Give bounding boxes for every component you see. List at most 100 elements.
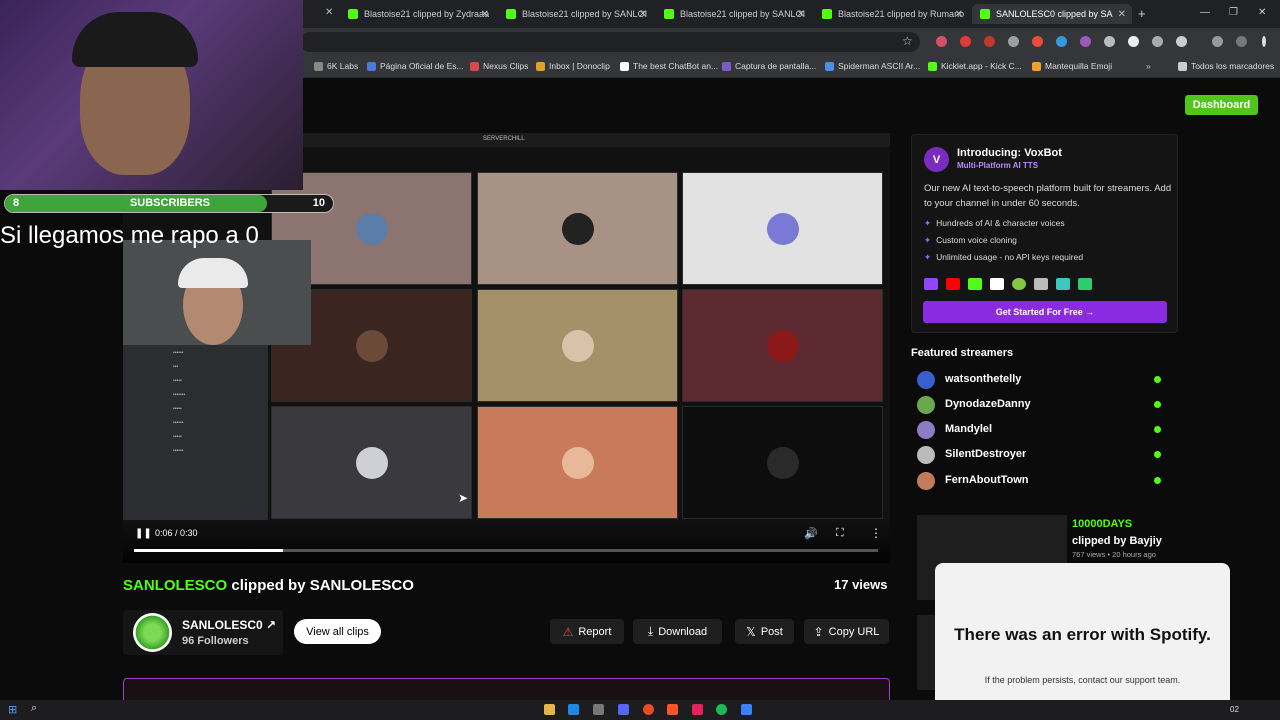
steam-icon[interactable] [568, 704, 579, 715]
clip-title: SANLOLESCO clipped by SANLOLESCO [123, 577, 414, 594]
app-icon[interactable] [692, 704, 703, 715]
related-clip-author: clipped by Bayjiy [1072, 535, 1162, 547]
kick-favicon-icon [664, 9, 674, 19]
related-clip-thumbnail[interactable] [917, 615, 937, 690]
clip-streamer-link[interactable]: SANLOLESCO [123, 577, 227, 594]
featured-streamer-item[interactable]: FernAboutTown [917, 471, 1165, 491]
browser-tab[interactable]: Blastoise21 clipped by Zydraaa ✕ [340, 4, 495, 24]
channel-name-link[interactable]: SANLOLESC0 ↗ [182, 618, 276, 632]
app-icon[interactable] [593, 704, 604, 715]
bookmark-item[interactable]: Spiderman ASCII Ar... [825, 61, 920, 71]
bookmark-star-icon[interactable]: ☆ [902, 34, 913, 48]
call-participant-tile [477, 289, 678, 402]
live-indicator-icon [1154, 401, 1161, 408]
tab-close-icon[interactable]: ✕ [797, 9, 805, 20]
video-controls [123, 519, 890, 563]
tab-title: Blastoise21 clipped by SANLOI [522, 9, 648, 19]
extension-icon[interactable] [1032, 36, 1043, 47]
video-progress-fill [134, 549, 283, 552]
adblock-icon[interactable] [984, 36, 995, 47]
featured-streamer-item[interactable]: Mandylel [917, 420, 1165, 440]
app-icon[interactable] [741, 704, 752, 715]
tab-close-icon[interactable]: ✕ [481, 9, 489, 20]
bookmark-folder[interactable]: Todos los marcadores [1178, 61, 1274, 71]
channel-avatar[interactable] [133, 613, 172, 652]
search-icon[interactable]: ⌕ [31, 702, 37, 715]
restore-icon[interactable]: ❐ [1229, 7, 1238, 18]
extension-icon[interactable] [936, 36, 947, 47]
call-participant-tile [682, 172, 883, 285]
kick-icon [968, 278, 982, 290]
discord-member: ••••• [173, 378, 182, 384]
download-button[interactable]: ⤓ Download [633, 619, 722, 644]
extension-icon[interactable] [1104, 36, 1115, 47]
bookmark-item[interactable]: The best ChatBot an... [620, 61, 718, 71]
minimize-icon[interactable]: — [1200, 7, 1210, 18]
stream-goal-text: Si llegamos me rapo a 0 [0, 222, 259, 249]
browser-tab-active[interactable]: SANLOLESC0 clipped by SA ✕ [972, 4, 1132, 24]
extension-icon[interactable] [960, 36, 971, 47]
volume-icon[interactable]: 🔊 [804, 527, 818, 540]
windows-start-icon[interactable]: ⊞ [8, 703, 17, 716]
discord-icon[interactable] [618, 704, 629, 715]
bookmarks-overflow-icon[interactable]: » [1146, 61, 1151, 71]
bookmark-item[interactable]: Mantequilla Emoji [1032, 61, 1112, 71]
window-close-icon[interactable]: ✕ [1258, 7, 1266, 18]
brave-icon[interactable] [667, 704, 678, 715]
video-progress-bar[interactable] [134, 549, 878, 552]
post-button[interactable]: 𝕏 Post [735, 619, 794, 644]
view-all-clips-button[interactable]: View all clips [294, 619, 381, 644]
translate-icon[interactable] [1056, 36, 1067, 47]
extension-icon[interactable] [1008, 36, 1019, 47]
call-participant-tile [682, 289, 883, 402]
spotify-icon[interactable] [716, 704, 727, 715]
file-explorer-icon[interactable] [544, 704, 555, 715]
tab-close-icon[interactable]: ✕ [325, 7, 333, 18]
sparkle-icon: ✦ [924, 252, 932, 262]
bookmark-item[interactable]: Página Oficial de Es... [367, 61, 464, 71]
menu-icon[interactable] [1212, 36, 1223, 47]
download-label: Download [658, 625, 708, 638]
extension-icon[interactable] [1080, 36, 1091, 47]
browser-tab[interactable]: Blastoise21 clipped by SANLOI ✕ [656, 4, 811, 24]
featured-streamer-item[interactable]: watsonthetelly [917, 370, 1165, 390]
chrome-icon[interactable] [643, 704, 654, 715]
dashboard-button[interactable]: Dashboard [1185, 95, 1258, 115]
featured-streamer-item[interactable]: DynodazeDanny [917, 395, 1165, 415]
streamer-cap [178, 258, 248, 288]
promo-subtitle: Multi-Platform AI TTS [957, 161, 1039, 170]
get-started-button[interactable]: Get Started For Free → [923, 301, 1167, 323]
extensions-puzzle-icon[interactable] [1176, 36, 1187, 47]
more-options-icon[interactable]: ⋮ [870, 526, 882, 540]
bookmark-item[interactable]: 6K Labs [314, 61, 358, 71]
omnibox[interactable] [300, 32, 920, 52]
browser-tab[interactable]: Blastoise21 clipped by Rumano ✕ [814, 4, 969, 24]
extension-icon[interactable] [1152, 36, 1163, 47]
bookmark-item[interactable]: Inbox | Donoclip [536, 61, 610, 71]
pause-icon[interactable]: ❚❚ [135, 528, 152, 539]
x-logo-icon: 𝕏 [746, 624, 756, 639]
tab-close-icon[interactable]: ✕ [1118, 9, 1126, 20]
bookmark-item[interactable]: Captura de pantalla... [722, 61, 816, 71]
extension-icon[interactable] [1128, 36, 1139, 47]
clipped-streamer-webcam [123, 240, 311, 345]
copy-url-button[interactable]: ⇪ Copy URL [804, 619, 889, 644]
bookmark-favicon-icon [367, 61, 376, 71]
tab-close-icon[interactable]: ✕ [955, 9, 963, 20]
report-button[interactable]: ⚠ Report [550, 619, 624, 644]
platform-icon [1078, 278, 1092, 290]
participant-avatar [561, 329, 594, 362]
tab-close-icon[interactable]: ✕ [639, 9, 647, 20]
bookmark-item[interactable]: Kicklet.app - Kick C... [928, 61, 1022, 71]
browser-tab[interactable]: Blastoise21 clipped by SANLOI ✕ [498, 4, 653, 24]
new-tab-icon[interactable]: + [1138, 6, 1146, 21]
more-menu-icon[interactable] [1262, 36, 1266, 47]
profile-avatar[interactable] [1236, 36, 1247, 47]
platform-icon [1056, 278, 1070, 290]
fullscreen-icon[interactable]: ⛶ [836, 527, 844, 540]
featured-streamer-item[interactable]: SilentDestroyer [917, 445, 1165, 465]
related-clip-title[interactable]: 10000DAYS [1072, 518, 1132, 530]
bookmark-item[interactable]: Nexus Clips [470, 61, 528, 71]
streamer-name: DynodazeDanny [945, 398, 1031, 410]
channel-card[interactable]: SANLOLESC0 ↗ 96 Followers [123, 610, 283, 655]
